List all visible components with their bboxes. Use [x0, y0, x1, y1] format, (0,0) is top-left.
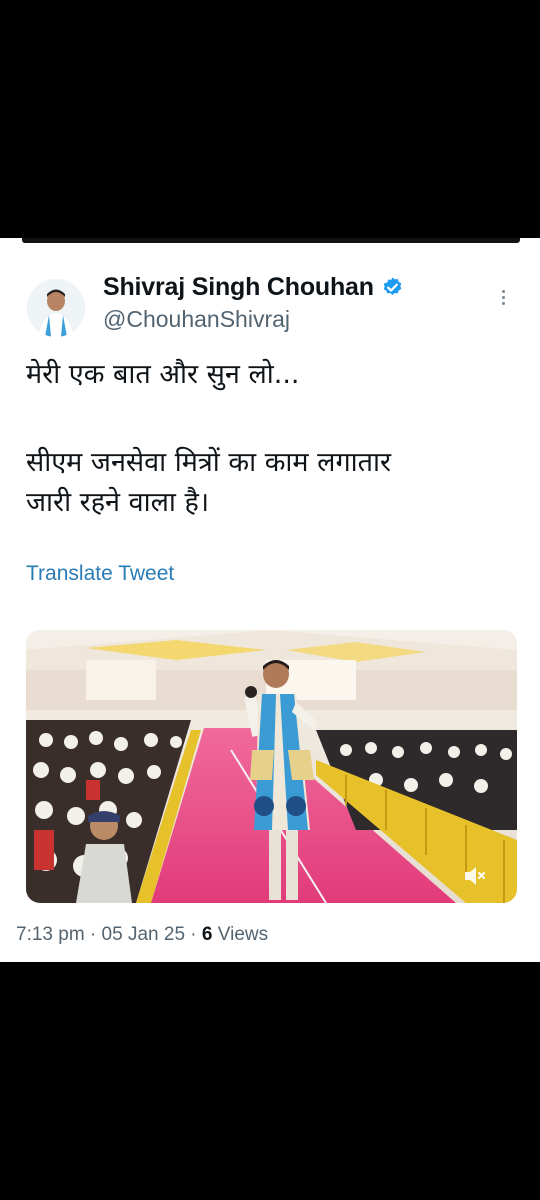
views-count: 6 [201, 924, 213, 945]
video-frame [26, 630, 517, 903]
tweet-text-line: सीएम जनसेवा मित्रों का काम लगातार [26, 447, 392, 478]
author-name-row: Shivraj Singh Chouhan [103, 270, 404, 304]
top-black-bar [0, 0, 540, 238]
tweet-date[interactable]: 05 Jan 25 [102, 924, 185, 945]
top-divider [22, 238, 520, 243]
avatar-image [27, 279, 85, 337]
meta-separator: · [84, 924, 102, 945]
more-vertical-icon[interactable] [496, 288, 510, 312]
verified-badge-icon [383, 276, 402, 295]
author-name[interactable]: Shivraj Singh Chouhan [103, 273, 374, 302]
tweet-video[interactable] [26, 630, 517, 903]
tweet-text-line: मेरी एक बात और सुन लो... [26, 359, 300, 390]
bottom-black-bar [0, 962, 540, 1200]
volume-muted-icon[interactable] [460, 862, 488, 890]
tweet-text-line: जारी रहने वाला है। [26, 487, 210, 518]
avatar[interactable] [27, 279, 85, 337]
tweet-time[interactable]: 7:13 pm [16, 924, 85, 945]
views-label: Views [212, 924, 269, 945]
author-handle[interactable]: @ChouhanShivraj [103, 306, 290, 333]
tweet-text: मेरी एक बात और सुन लो... सीएम जनसेवा मित… [26, 356, 506, 522]
tweet-meta: 7:13 pm · 05 Jan 25 · 6 Views [16, 924, 268, 946]
translate-tweet-link[interactable]: Translate Tweet [26, 562, 174, 586]
meta-separator: · [185, 924, 202, 945]
